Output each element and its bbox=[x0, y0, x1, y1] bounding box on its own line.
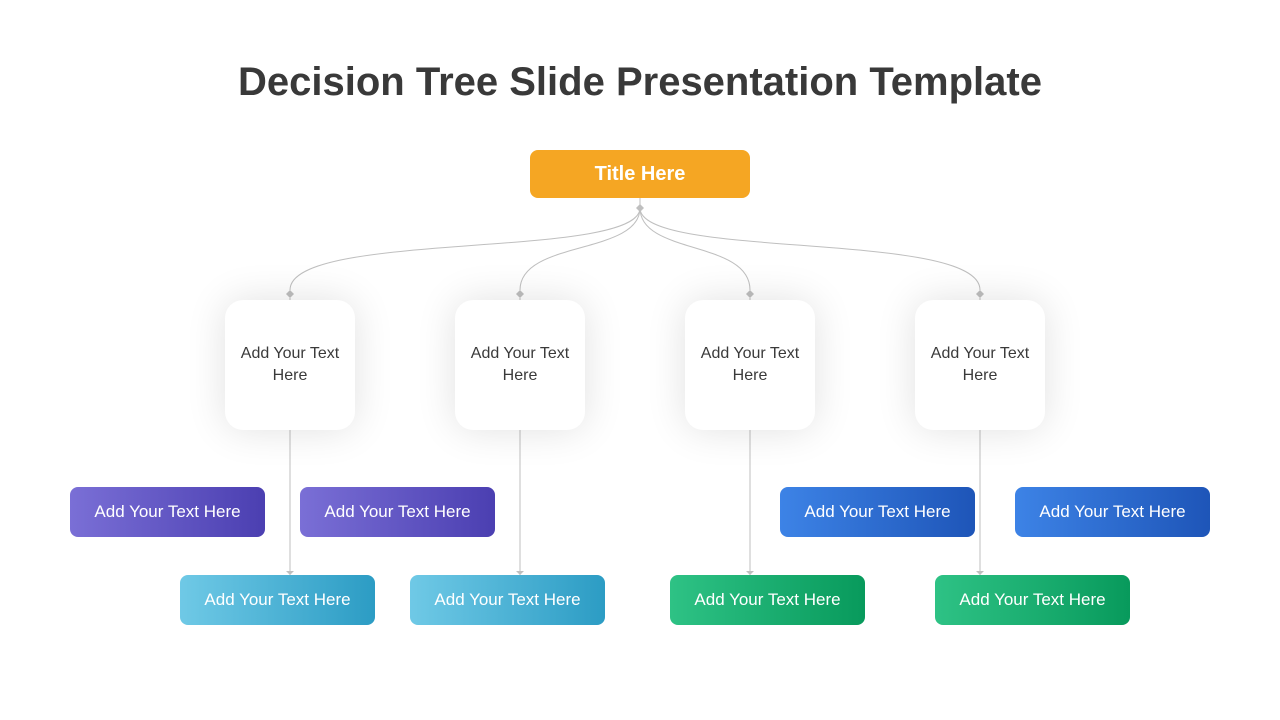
page-title: Decision Tree Slide Presentation Templat… bbox=[0, 60, 1280, 105]
mid-node-1: Add Your Text Here bbox=[225, 300, 355, 430]
leaf-col3-top: Add Your Text Here bbox=[780, 487, 975, 537]
leaf-label: Add Your Text Here bbox=[204, 590, 350, 610]
leaf-col4-bottom: Add Your Text Here bbox=[935, 575, 1130, 625]
mid-node-label: Add Your Text Here bbox=[695, 343, 805, 386]
mid-node-3: Add Your Text Here bbox=[685, 300, 815, 430]
leaf-col4-top: Add Your Text Here bbox=[1015, 487, 1210, 537]
mid-node-label: Add Your Text Here bbox=[925, 343, 1035, 386]
leaf-col3-bottom: Add Your Text Here bbox=[670, 575, 865, 625]
mid-node-label: Add Your Text Here bbox=[465, 343, 575, 386]
leaf-col1-bottom: Add Your Text Here bbox=[180, 575, 375, 625]
root-label: Title Here bbox=[595, 163, 686, 186]
leaf-col2-top: Add Your Text Here bbox=[300, 487, 495, 537]
leaf-label: Add Your Text Here bbox=[804, 502, 950, 522]
leaf-label: Add Your Text Here bbox=[1039, 502, 1185, 522]
mid-node-label: Add Your Text Here bbox=[235, 343, 345, 386]
leaf-col2-bottom: Add Your Text Here bbox=[410, 575, 605, 625]
leaf-label: Add Your Text Here bbox=[324, 502, 470, 522]
leaf-label: Add Your Text Here bbox=[94, 502, 240, 522]
leaf-col1-top: Add Your Text Here bbox=[70, 487, 265, 537]
mid-node-2: Add Your Text Here bbox=[455, 300, 585, 430]
leaf-label: Add Your Text Here bbox=[694, 590, 840, 610]
mid-node-4: Add Your Text Here bbox=[915, 300, 1045, 430]
leaf-label: Add Your Text Here bbox=[959, 590, 1105, 610]
root-node: Title Here bbox=[530, 150, 750, 198]
leaf-label: Add Your Text Here bbox=[434, 590, 580, 610]
